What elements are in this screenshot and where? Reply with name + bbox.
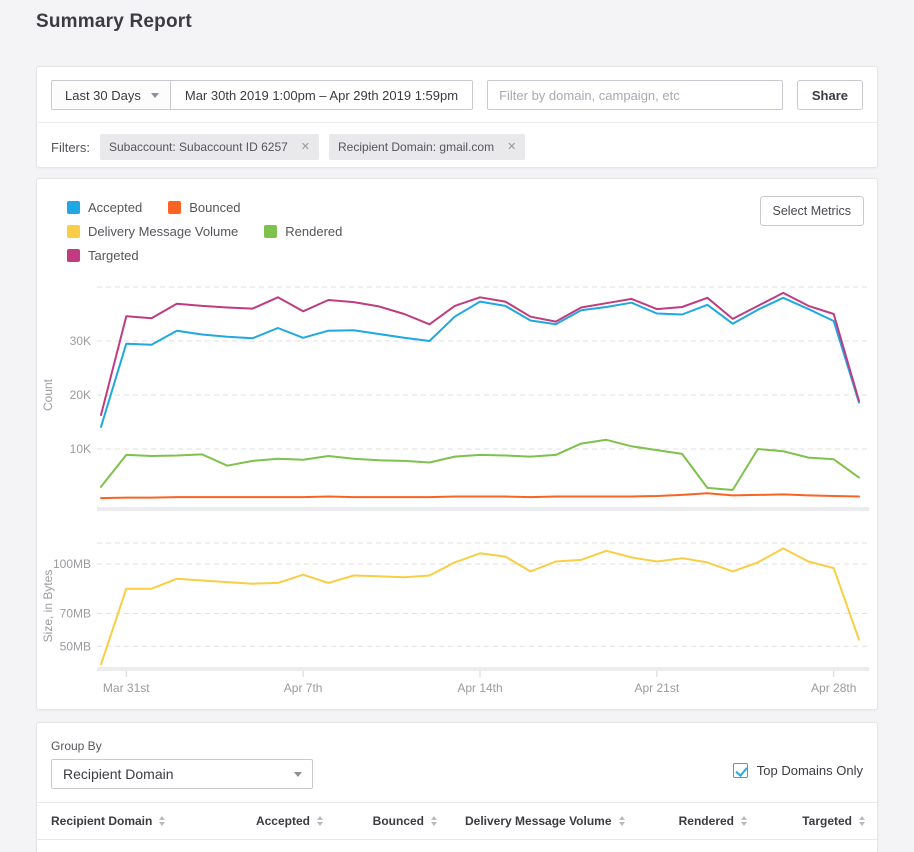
filter-search-input[interactable] <box>487 80 783 110</box>
cell-targeted: 1.06M <box>761 840 879 852</box>
legend: Accepted Bounced Delivery Message Volume Re… <box>67 200 407 263</box>
legend-label: Rendered <box>285 224 342 239</box>
legend-label: Accepted <box>88 200 142 215</box>
legend-swatch-icon <box>67 201 80 214</box>
active-filters-row: Filters: Subaccount: Subaccount ID 6257 … <box>37 123 877 171</box>
legend-label: Bounced <box>189 200 240 215</box>
table-header-row: Recipient Domain Accepted Bounced Delive… <box>37 803 879 840</box>
sort-icon[interactable] <box>859 816 865 826</box>
legend-label: Delivery Message Volume <box>88 224 238 239</box>
filter-tag-label: Recipient Domain: gmail.com <box>338 140 494 154</box>
legend-label: Targeted <box>88 248 139 263</box>
legend-item-accepted: Accepted <box>67 200 142 215</box>
svg-text:Apr 7th: Apr 7th <box>284 681 323 695</box>
legend-item-rendered: Rendered <box>264 224 342 239</box>
svg-text:30K: 30K <box>70 334 91 348</box>
table-panel: Group By Recipient Domain Top Domains On… <box>36 722 878 852</box>
cell-accepted: 937.36K <box>207 840 337 852</box>
svg-text:50MB: 50MB <box>60 639 91 653</box>
legend-item-bounced: Bounced <box>168 200 240 215</box>
legend-swatch-icon <box>168 201 181 214</box>
filters-label: Filters: <box>51 140 90 155</box>
group-by-select[interactable]: Recipient Domain <box>51 759 313 789</box>
close-icon[interactable]: ✕ <box>507 142 516 153</box>
checkbox-checked-icon[interactable] <box>733 763 748 778</box>
share-button[interactable]: Share <box>797 80 863 110</box>
chart-panel: Accepted Bounced Delivery Message Volume Re… <box>36 178 878 710</box>
chevron-down-icon <box>151 93 159 98</box>
svg-text:Apr 14th: Apr 14th <box>457 681 502 695</box>
filter-tag-subaccount: Subaccount: Subaccount ID 6257 ✕ <box>100 134 319 160</box>
table-row: gmail.com 937.36K 10.4K 2.6GB 259.73K 1.… <box>37 840 879 852</box>
group-by-value: Recipient Domain <box>63 766 174 782</box>
svg-text:Size, in Bytes: Size, in Bytes <box>41 570 55 643</box>
size-line-chart: 50MB 70MB 100MB Mar 31st Apr 7th Apr 14th Apr … <box>37 521 879 706</box>
sort-icon[interactable] <box>317 816 323 826</box>
cell-rendered: 259.73K <box>637 840 761 852</box>
sort-icon[interactable] <box>431 816 437 826</box>
summary-report-page: Summary Report Last 30 Days Mar 30th 201… <box>0 0 914 852</box>
filter-panel: Last 30 Days Mar 30th 2019 1:00pm – Apr … <box>36 66 878 168</box>
top-domains-toggle[interactable]: Top Domains Only <box>733 763 863 778</box>
cell-delivery-message-volume: 2.6GB <box>451 840 637 852</box>
filter-row: Last 30 Days Mar 30th 2019 1:00pm – Apr … <box>37 67 877 122</box>
svg-text:Apr 28th: Apr 28th <box>811 681 856 695</box>
legend-swatch-icon <box>67 225 80 238</box>
cell-bounced: 10.4K <box>337 840 451 852</box>
column-header-bounced[interactable]: Bounced <box>337 803 451 840</box>
sort-icon[interactable] <box>159 816 165 826</box>
column-header-recipient-domain[interactable]: Recipient Domain <box>37 803 207 840</box>
date-preset-select[interactable]: Last 30 Days <box>52 81 171 109</box>
sort-icon[interactable] <box>619 816 625 826</box>
date-preset-value: Last 30 Days <box>65 88 141 103</box>
date-range-control: Last 30 Days Mar 30th 2019 1:00pm – Apr … <box>51 80 473 110</box>
svg-text:Apr 21st: Apr 21st <box>635 681 680 695</box>
svg-text:20K: 20K <box>70 388 91 402</box>
filter-tag-label: Subaccount: Subaccount ID 6257 <box>109 140 288 154</box>
svg-text:100MB: 100MB <box>53 557 91 571</box>
column-header-accepted[interactable]: Accepted <box>207 803 337 840</box>
date-range-value: Mar 30th 2019 1:00pm – Apr 29th 2019 1:5… <box>185 88 458 103</box>
close-icon[interactable]: ✕ <box>301 142 310 153</box>
svg-text:70MB: 70MB <box>60 606 91 620</box>
legend-swatch-icon <box>67 249 80 262</box>
select-metrics-button[interactable]: Select Metrics <box>760 196 865 226</box>
date-range-field[interactable]: Mar 30th 2019 1:00pm – Apr 29th 2019 1:5… <box>171 81 472 109</box>
legend-swatch-icon <box>264 225 277 238</box>
count-line-chart: 10K 20K 30K Count <box>37 279 879 521</box>
summary-table: Recipient Domain Accepted Bounced Delive… <box>37 802 879 852</box>
filter-tag-recipient-domain: Recipient Domain: gmail.com ✕ <box>329 134 525 160</box>
svg-text:10K: 10K <box>70 442 91 456</box>
page-title: Summary Report <box>36 11 192 33</box>
column-header-delivery-message-volume[interactable]: Delivery Message Volume <box>451 803 637 840</box>
top-domains-label: Top Domains Only <box>757 763 863 778</box>
column-header-targeted[interactable]: Targeted <box>761 803 879 840</box>
svg-text:Mar 31st: Mar 31st <box>103 681 150 695</box>
svg-text:Count: Count <box>41 378 55 411</box>
legend-item-delivery-message-volume: Delivery Message Volume <box>67 224 238 239</box>
chevron-down-icon <box>294 772 302 777</box>
sort-icon[interactable] <box>741 816 747 826</box>
legend-item-targeted: Targeted <box>67 248 139 263</box>
group-by-label: Group By <box>37 723 877 753</box>
column-header-rendered[interactable]: Rendered <box>637 803 761 840</box>
